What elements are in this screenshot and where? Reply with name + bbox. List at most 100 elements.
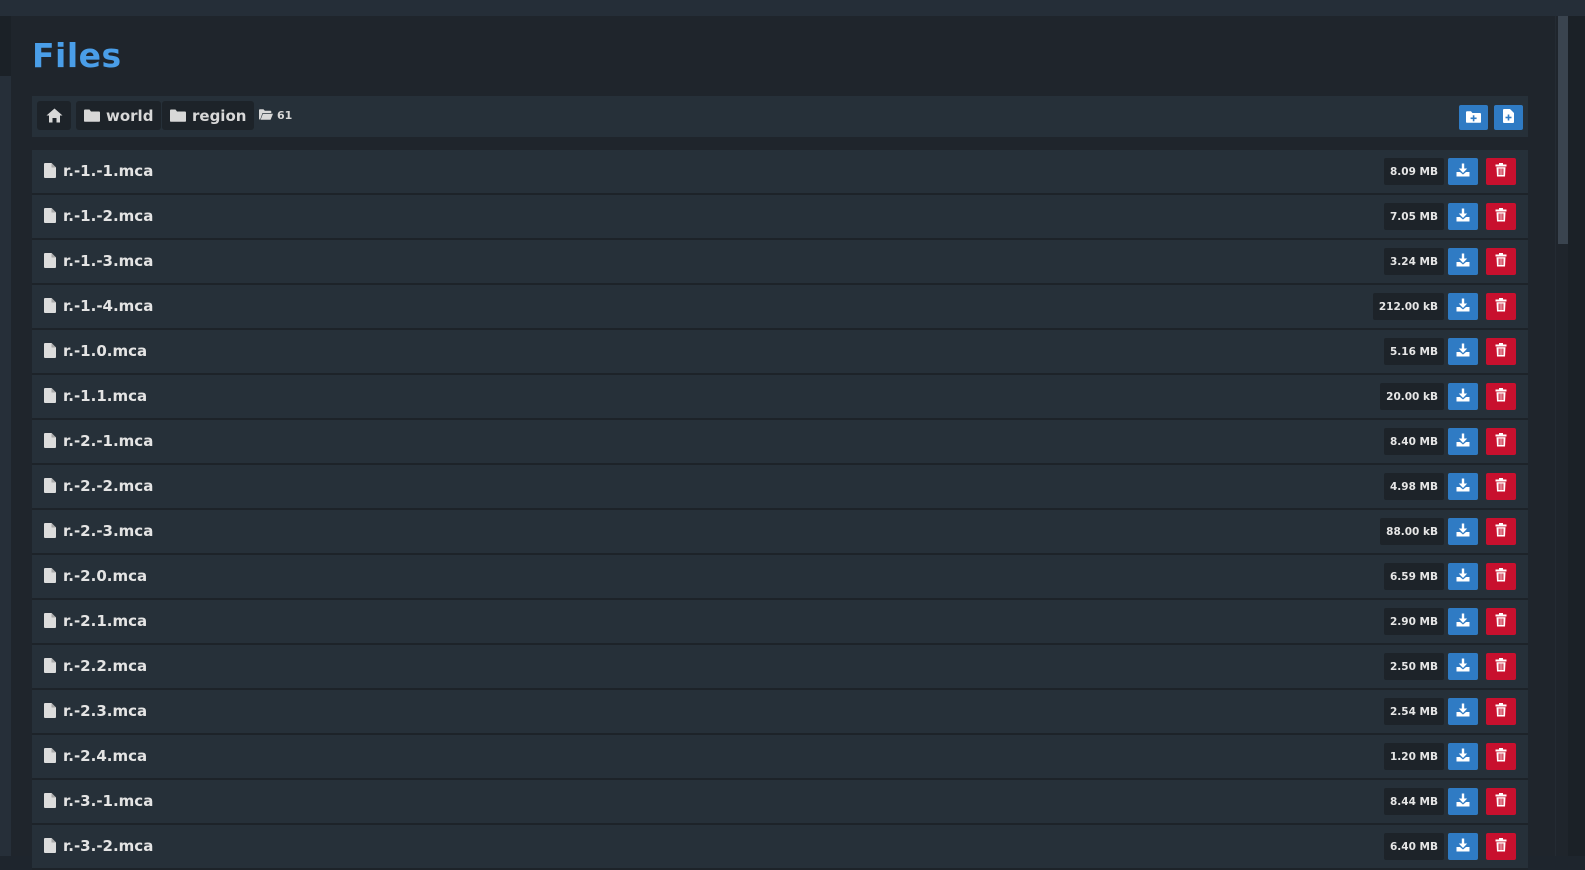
file-row[interactable]: r.-2.0.mca 6.59 MB <box>32 555 1528 600</box>
delete-button[interactable] <box>1486 203 1516 230</box>
file-name[interactable]: r.-1.-1.mca <box>63 162 153 180</box>
delete-button[interactable] <box>1486 293 1516 320</box>
download-button[interactable] <box>1448 338 1478 365</box>
download-icon <box>1456 477 1470 496</box>
file-name[interactable]: r.-1.1.mca <box>63 387 147 405</box>
file-name[interactable]: r.-1.-4.mca <box>63 297 153 315</box>
file-name[interactable]: r.-2.2.mca <box>63 657 147 675</box>
download-button[interactable] <box>1448 248 1478 275</box>
delete-button[interactable] <box>1486 608 1516 635</box>
file-name[interactable]: r.-2.4.mca <box>63 747 147 765</box>
file-row[interactable]: r.-2.4.mca 1.20 MB <box>32 735 1528 780</box>
download-button[interactable] <box>1448 563 1478 590</box>
new-file-button[interactable] <box>1494 105 1523 130</box>
file-icon <box>44 658 56 677</box>
file-name[interactable]: r.-2.0.mca <box>63 567 147 585</box>
delete-button[interactable] <box>1486 248 1516 275</box>
file-row[interactable]: r.-3.-1.mca 8.44 MB <box>32 780 1528 825</box>
file-row[interactable]: r.-2.-3.mca 88.00 kB <box>32 510 1528 555</box>
file-icon <box>44 748 56 767</box>
download-icon <box>1456 612 1470 631</box>
scrollbar-thumb[interactable] <box>1558 16 1568 244</box>
file-name[interactable]: r.-2.1.mca <box>63 612 147 630</box>
file-name[interactable]: r.-1.-3.mca <box>63 252 153 270</box>
trash-icon <box>1495 702 1507 721</box>
file-name[interactable]: r.-2.-1.mca <box>63 432 153 450</box>
file-row[interactable]: r.-2.-2.mca 4.98 MB <box>32 465 1528 510</box>
breadcrumb-home[interactable] <box>37 101 71 130</box>
download-button[interactable] <box>1448 653 1478 680</box>
file-icon <box>44 523 56 542</box>
trash-icon <box>1495 837 1507 856</box>
delete-button[interactable] <box>1486 698 1516 725</box>
file-row[interactable]: r.-1.-2.mca 7.05 MB <box>32 195 1528 240</box>
file-icon <box>44 703 56 722</box>
delete-button[interactable] <box>1486 383 1516 410</box>
download-button[interactable] <box>1448 473 1478 500</box>
delete-button[interactable] <box>1486 473 1516 500</box>
file-size: 2.54 MB <box>1383 698 1444 725</box>
file-name[interactable]: r.-3.-2.mca <box>63 837 153 855</box>
new-folder-button[interactable] <box>1459 105 1488 130</box>
file-row[interactable]: r.-2.3.mca 2.54 MB <box>32 690 1528 735</box>
download-button[interactable] <box>1448 428 1478 455</box>
file-name[interactable]: r.-2.-3.mca <box>63 522 153 540</box>
trash-icon <box>1495 342 1507 361</box>
download-icon <box>1456 297 1470 316</box>
breadcrumb-region[interactable]: region <box>162 101 255 130</box>
delete-button[interactable] <box>1486 563 1516 590</box>
file-row[interactable]: r.-1.-3.mca 3.24 MB <box>32 240 1528 285</box>
file-size: 5.16 MB <box>1383 338 1444 365</box>
download-button[interactable] <box>1448 788 1478 815</box>
download-button[interactable] <box>1448 293 1478 320</box>
delete-button[interactable] <box>1486 788 1516 815</box>
download-icon <box>1456 387 1470 406</box>
breadcrumb-label: region <box>192 106 247 125</box>
trash-icon <box>1495 657 1507 676</box>
delete-button[interactable] <box>1486 653 1516 680</box>
file-row[interactable]: r.-3.-2.mca 6.40 MB <box>32 825 1528 870</box>
delete-button[interactable] <box>1486 158 1516 185</box>
download-button[interactable] <box>1448 608 1478 635</box>
delete-button[interactable] <box>1486 518 1516 545</box>
download-button[interactable] <box>1448 743 1478 770</box>
file-row[interactable]: r.-2.-1.mca 8.40 MB <box>32 420 1528 465</box>
breadcrumb-world[interactable]: world <box>76 101 162 130</box>
file-row[interactable]: r.-1.1.mca 20.00 kB <box>32 375 1528 420</box>
left-sidebar-shade <box>0 16 11 76</box>
file-name[interactable]: r.-1.0.mca <box>63 342 147 360</box>
download-icon <box>1456 522 1470 541</box>
file-row[interactable]: r.-2.2.mca 2.50 MB <box>32 645 1528 690</box>
file-name[interactable]: r.-1.-2.mca <box>63 207 153 225</box>
folder-plus-icon <box>1466 108 1481 127</box>
file-name[interactable]: r.-2.3.mca <box>63 702 147 720</box>
trash-icon <box>1495 477 1507 496</box>
download-icon <box>1456 432 1470 451</box>
file-name[interactable]: r.-2.-2.mca <box>63 477 153 495</box>
download-icon <box>1456 837 1470 856</box>
download-icon <box>1456 342 1470 361</box>
file-row[interactable]: r.-1.-4.mca 212.00 kB <box>32 285 1528 330</box>
file-row[interactable]: r.-1.0.mca 5.16 MB <box>32 330 1528 375</box>
file-icon <box>44 838 56 857</box>
download-button[interactable] <box>1448 203 1478 230</box>
item-count: 61 <box>277 109 293 122</box>
file-size: 2.90 MB <box>1383 608 1444 635</box>
file-size: 6.59 MB <box>1383 563 1444 590</box>
file-row[interactable]: r.-2.1.mca 2.90 MB <box>32 600 1528 645</box>
delete-button[interactable] <box>1486 428 1516 455</box>
download-icon <box>1456 792 1470 811</box>
download-button[interactable] <box>1448 698 1478 725</box>
delete-button[interactable] <box>1486 743 1516 770</box>
file-row[interactable]: r.-1.-1.mca 8.09 MB <box>32 150 1528 195</box>
file-name[interactable]: r.-3.-1.mca <box>63 792 153 810</box>
download-button[interactable] <box>1448 158 1478 185</box>
home-icon <box>46 108 63 123</box>
scrollbar[interactable] <box>1555 16 1569 856</box>
delete-button[interactable] <box>1486 338 1516 365</box>
download-button[interactable] <box>1448 518 1478 545</box>
download-button[interactable] <box>1448 383 1478 410</box>
file-icon <box>44 613 56 632</box>
trash-icon <box>1495 612 1507 631</box>
trash-icon <box>1495 162 1507 181</box>
